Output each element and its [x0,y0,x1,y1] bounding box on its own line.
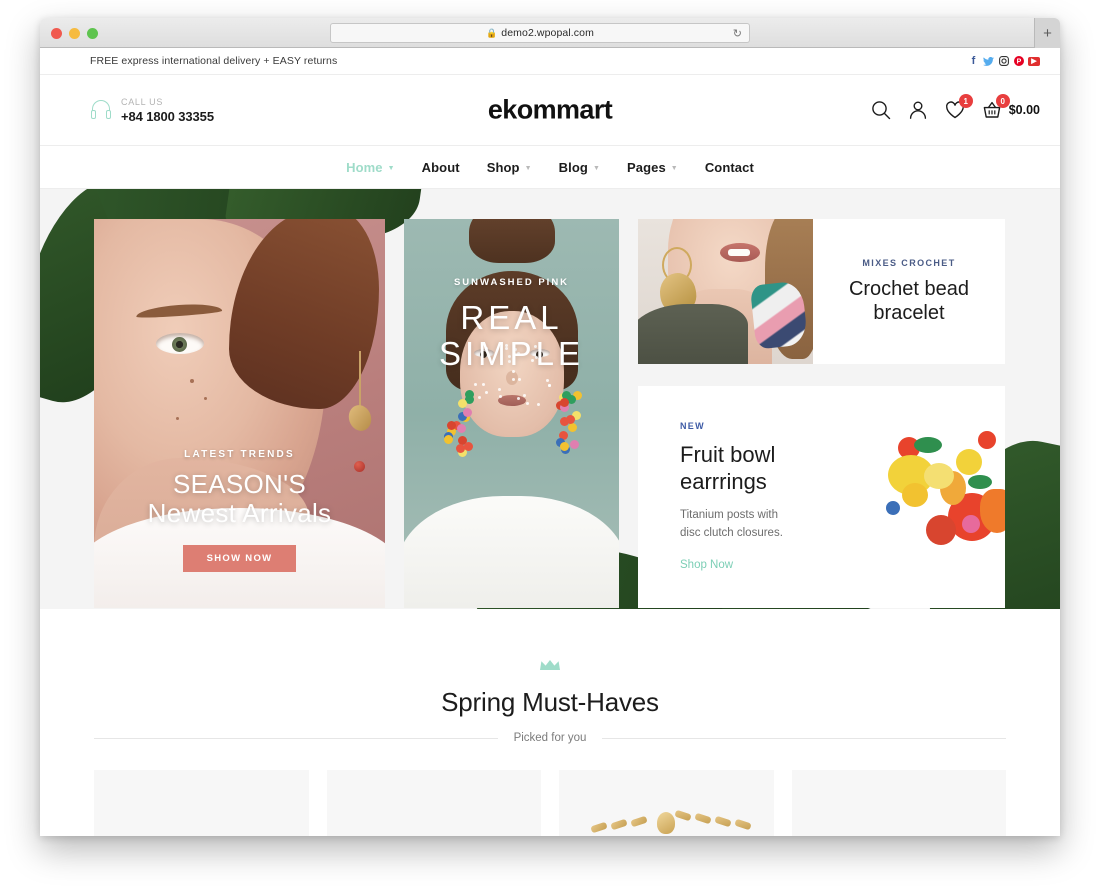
nav-item-about-label: About [422,160,460,175]
nav-item-pages-label: Pages [627,160,666,175]
header-actions: 1 0 $0.00 [870,99,1040,121]
browser-window: 🔒 demo2.wpopal.com ↻ + FREE express inte… [40,18,1060,836]
fruit-card-desc-line1: Titanium posts with [680,507,828,525]
maximize-window-button[interactable] [87,28,98,39]
hero-banner-latest-trends[interactable]: LATEST TRENDS SEASON'S Newest Arrivals S… [94,219,385,608]
page-viewport: FREE express international delivery + EA… [40,48,1060,836]
address-bar[interactable]: 🔒 demo2.wpopal.com ↻ [330,23,750,43]
browser-chrome-bar: 🔒 demo2.wpopal.com ↻ + [40,18,1060,48]
chevron-down-icon: ▼ [593,165,600,172]
spring-section-subtitle: Picked for you [514,732,587,744]
banner1-eyebrow: LATEST TRENDS [94,449,385,460]
crown-icon [539,659,561,671]
nav-item-shop-label: Shop [487,160,520,175]
main-navigation: Home ▼ About Shop ▼ Blog ▼ Pages ▼ Conta… [40,146,1060,189]
banner2-title-line2: SIMPLE [404,336,619,372]
hero-card-crochet[interactable]: MIXES CROCHET Crochet bead bracelet [638,219,1005,364]
banner2-title-line1: REAL [404,300,619,336]
banner1-title-line2: Newest Arrivals [94,499,385,528]
spring-section-title: Spring Must-Haves [40,687,1060,718]
product-card[interactable] [94,770,309,836]
chevron-down-icon: ▼ [525,165,532,172]
nav-item-home-label: Home [346,160,383,175]
search-icon[interactable] [870,99,892,121]
fruit-earrings-image [828,397,1005,597]
earring-stem [359,351,361,411]
chevron-down-icon: ▼ [671,165,678,172]
earring-right [550,369,584,457]
cart-block[interactable]: 0 $0.00 [981,99,1040,121]
nav-item-blog[interactable]: Blog ▼ [559,160,600,175]
product-card[interactable] [559,770,774,836]
nav-item-pages[interactable]: Pages ▼ [627,160,678,175]
announcement-text: FREE express international delivery + EA… [90,55,337,67]
svg-text:P: P [1016,59,1021,66]
cart-count-badge: 0 [996,94,1010,108]
fruit-card-title-line2: earrrings [680,469,828,495]
bracelet-image [591,808,741,836]
spring-section: Spring Must-Haves Picked for you [40,609,1060,836]
fruit-card-title-line1: Fruit bowl [680,442,828,468]
hero-card-fruit-bowl[interactable]: NEW Fruit bowl earrrings Titanium posts … [638,386,1005,608]
twitter-icon[interactable] [983,56,994,67]
nav-item-shop[interactable]: Shop ▼ [487,160,532,175]
announcement-bar: FREE express international delivery + EA… [40,48,1060,75]
cart-total-amount: $0.00 [1009,103,1040,117]
hero-right-column: MIXES CROCHET Crochet bead bracelet NEW … [638,219,1005,608]
nav-item-contact-label: Contact [705,160,754,175]
pinterest-icon[interactable]: P [1013,56,1024,67]
product-card[interactable] [327,770,542,836]
minimize-window-button[interactable] [69,28,80,39]
wishlist-icon[interactable]: 1 [944,99,966,121]
earring-left [440,369,474,457]
nav-item-home[interactable]: Home ▼ [346,160,395,175]
chevron-down-icon: ▼ [388,165,395,172]
model-freckle [176,417,179,420]
model-hair-bun [469,219,555,263]
product-card[interactable] [792,770,1007,836]
crochet-card-title-line2: bracelet [849,301,969,325]
model-iris [172,337,187,352]
crochet-card-title-line1: Crochet bead [849,277,969,301]
banner2-eyebrow: SUNWASHED PINK [404,277,619,288]
show-now-button[interactable]: SHOW NOW [183,545,297,572]
nav-item-about[interactable]: About [422,160,460,175]
cart-basket-icon[interactable]: 0 [981,99,1003,121]
hero-section: LATEST TRENDS SEASON'S Newest Arrivals S… [40,189,1060,609]
user-account-icon[interactable] [907,99,929,121]
model-freckle [190,379,194,383]
hero-banner-real-simple[interactable]: SUNWASHED PINK REAL SIMPLE [404,219,619,608]
site-header: CALL US +84 1800 33355 ekommart 1 0 $0.0… [40,75,1060,146]
social-links[interactable]: f P ▶ [968,56,1040,67]
youtube-icon[interactable]: ▶ [1028,57,1040,66]
spring-subtitle-row: Picked for you [40,732,1060,744]
shop-now-link[interactable]: Shop Now [680,559,733,571]
crochet-card-eyebrow: MIXES CROCHET [862,258,955,268]
model-freckle [204,397,207,400]
instagram-icon[interactable] [998,56,1009,67]
model-shirt [404,496,619,608]
nav-item-contact[interactable]: Contact [705,160,754,175]
close-window-button[interactable] [51,28,62,39]
nav-item-blog-label: Blog [559,160,588,175]
wishlist-count-badge: 1 [959,94,973,108]
new-tab-button[interactable]: + [1034,18,1060,48]
banner1-title-line1: SEASON'S [94,470,385,499]
window-controls[interactable] [51,28,98,39]
divider-right [602,738,1006,739]
facebook-icon[interactable]: f [968,56,979,67]
reload-icon[interactable]: ↻ [733,27,742,40]
crochet-model-photo [638,219,813,364]
lock-icon: 🔒 [486,29,497,38]
fruit-card-desc-line2: disc clutch closures. [680,525,828,543]
product-grid [40,770,1060,836]
fruit-card-eyebrow: NEW [680,421,828,431]
earring-disc [346,402,375,434]
divider-left [94,738,498,739]
url-text: demo2.wpopal.com [501,27,594,39]
